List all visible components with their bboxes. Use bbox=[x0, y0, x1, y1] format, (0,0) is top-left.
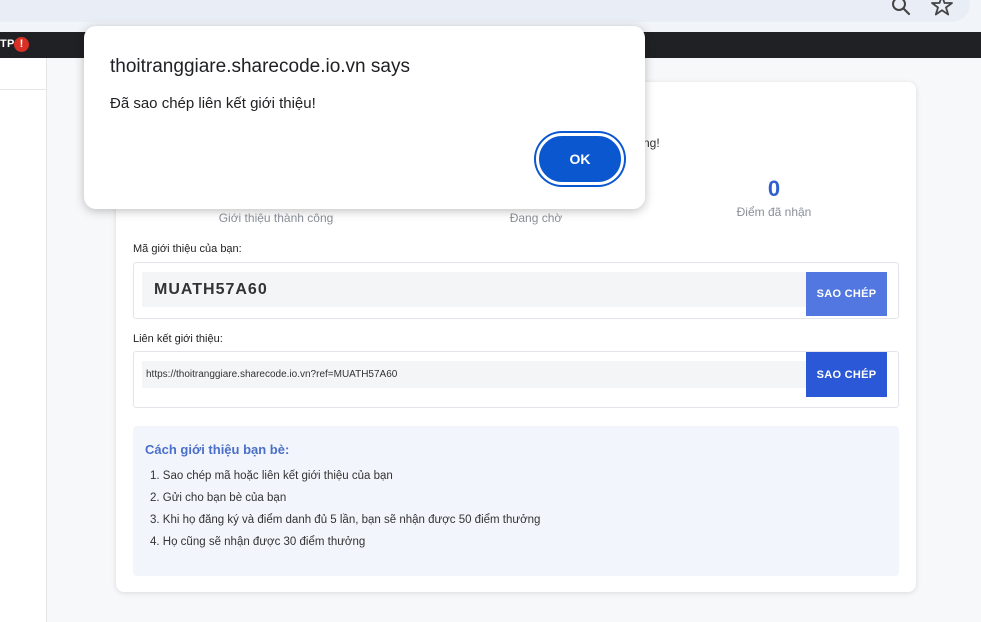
copy-link-button[interactable]: SAO CHÉP bbox=[806, 352, 887, 397]
alert-dialog: thoitranggiare.sharecode.io.vn says Đã s… bbox=[84, 26, 645, 209]
referral-code-label: Mã giới thiệu của bạn: bbox=[133, 243, 242, 255]
left-sidebar bbox=[0, 58, 47, 622]
stat-points-received: 0 Điểm đã nhận bbox=[694, 176, 854, 219]
stat-successful-referrals: Giới thiệu thành công bbox=[196, 208, 356, 225]
referral-link-field[interactable]: https://thoitranggiare.sharecode.io.vn?r… bbox=[142, 361, 806, 388]
referral-code-field[interactable]: MUATH57A60 bbox=[142, 272, 806, 307]
bookmark-item-label[interactable]: TP bbox=[0, 38, 15, 50]
list-item: 3. Khi họ đăng ký và điểm danh đủ 5 lần,… bbox=[150, 514, 541, 526]
alert-icon: ! bbox=[14, 37, 29, 52]
stat-label: Điểm đã nhận bbox=[736, 205, 812, 219]
referral-link-group: https://thoitranggiare.sharecode.io.vn?r… bbox=[133, 351, 899, 408]
referral-code-group: MUATH57A60 SAO CHÉP bbox=[133, 262, 899, 319]
list-item: 1. Sao chép mã hoặc liên kết giới thiệu … bbox=[150, 470, 393, 482]
howto-title: Cách giới thiệu bạn bè: bbox=[145, 442, 290, 457]
dialog-title: thoitranggiare.sharecode.io.vn says bbox=[110, 56, 410, 77]
stat-label: Giới thiệu thành công bbox=[218, 211, 334, 225]
howto-panel: Cách giới thiệu bạn bè: 1. Sao chép mã h… bbox=[133, 426, 899, 576]
copy-code-button[interactable]: SAO CHÉP bbox=[806, 272, 887, 316]
stat-label: Đang chờ bbox=[509, 211, 563, 225]
address-bar[interactable] bbox=[0, 0, 970, 22]
stat-pending: Đang chờ bbox=[456, 208, 616, 225]
star-icon[interactable] bbox=[931, 0, 953, 22]
referral-link-label: Liên kết giới thiệu: bbox=[133, 333, 223, 345]
ok-button[interactable]: OK bbox=[536, 133, 624, 185]
dialog-message: Đã sao chép liên kết giới thiệu! bbox=[110, 95, 316, 112]
search-icon[interactable] bbox=[891, 0, 913, 22]
referral-message: ng! bbox=[643, 136, 660, 150]
howto-list: 1. Sao chép mã hoặc liên kết giới thiệu … bbox=[150, 468, 540, 556]
stat-value: 0 bbox=[767, 176, 781, 201]
list-item: 4. Họ cũng sẽ nhận được 30 điểm thưởng bbox=[150, 536, 366, 548]
sidebar-divider bbox=[0, 89, 47, 90]
list-item: 2. Gửi cho bạn bè của bạn bbox=[150, 492, 287, 504]
